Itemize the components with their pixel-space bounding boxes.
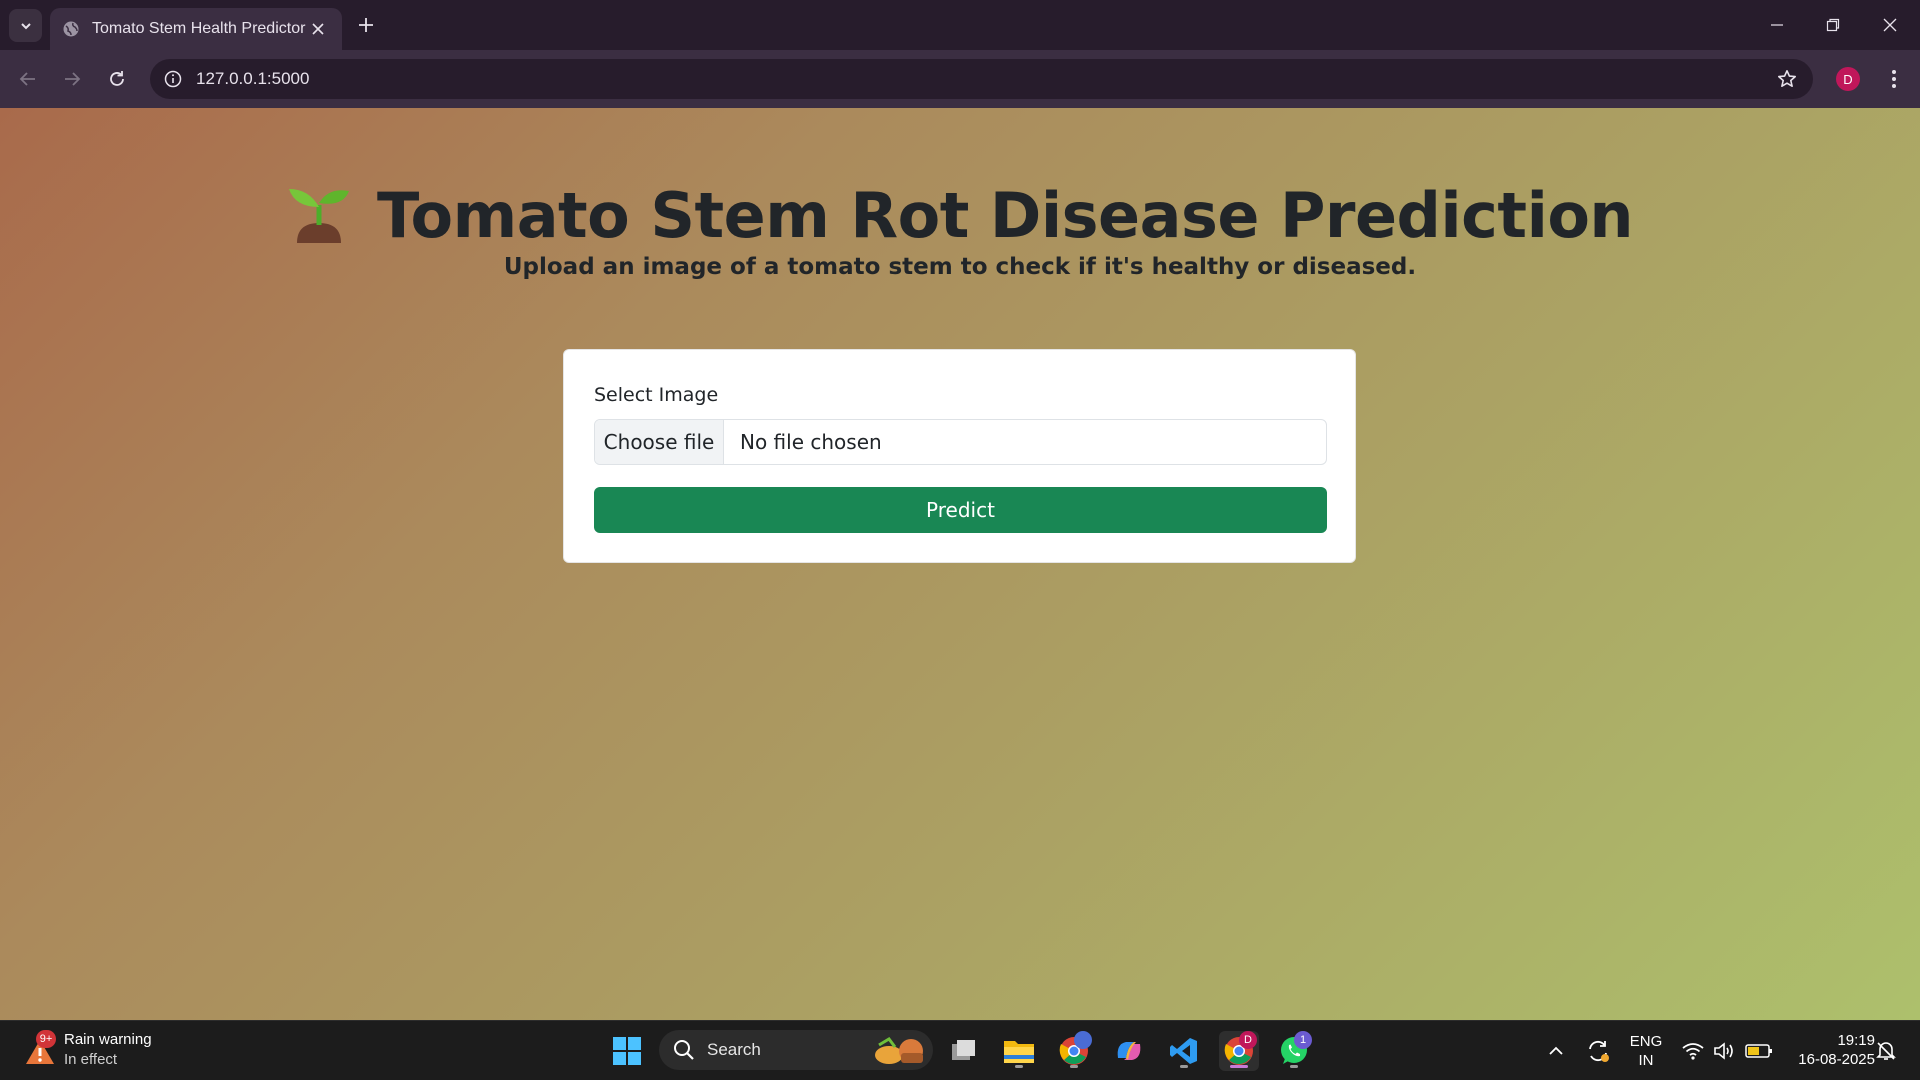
chrome-active-window-button[interactable]: D [1219, 1031, 1259, 1071]
tab-search-button[interactable] [9, 9, 42, 42]
select-image-label: Select Image [594, 384, 719, 406]
active-indicator [1230, 1065, 1248, 1068]
arrow-left-icon [19, 72, 35, 86]
running-indicator [1180, 1065, 1188, 1068]
chevron-down-icon [20, 22, 31, 29]
sync-button[interactable] [1578, 1031, 1618, 1071]
running-indicator [1015, 1065, 1023, 1068]
search-highlight-icon [875, 1037, 923, 1064]
back-button[interactable] [13, 64, 43, 94]
whatsapp-button[interactable]: 1 [1274, 1031, 1314, 1071]
clock[interactable]: 19:19 16-08-2025 [1785, 1031, 1875, 1069]
task-view-button[interactable] [944, 1031, 984, 1071]
weather-subtitle: In effect [64, 1051, 118, 1068]
page-subtitle: Upload an image of a tomato stem to chec… [503, 254, 1417, 280]
vscode-button[interactable] [1164, 1031, 1204, 1071]
weather-widget[interactable]: 9+ Rain warning In effect [22, 1030, 152, 1070]
url-text[interactable]: 127.0.0.1:5000 [196, 69, 309, 89]
arrow-right-icon [65, 72, 81, 86]
search-label: Search [707, 1040, 761, 1059]
new-tab-button[interactable] [353, 12, 379, 38]
tray-overflow-button[interactable] [1538, 1031, 1574, 1071]
globe-icon [62, 20, 80, 38]
notification-bell-icon [1876, 1042, 1896, 1060]
file-input[interactable]: Choose file No file chosen [594, 419, 1327, 465]
wifi-icon [1682, 1043, 1704, 1060]
tab-title: Tomato Stem Health Predictor [92, 20, 306, 37]
chrome-taskbar-button[interactable] [1054, 1031, 1094, 1071]
windows-logo-icon [613, 1037, 641, 1065]
weather-badge: 9+ [36, 1030, 56, 1048]
clock-date: 16-08-2025 [1798, 1051, 1875, 1068]
vscode-icon [1170, 1038, 1197, 1064]
seedling-icon [287, 182, 353, 248]
close-tab-icon[interactable] [306, 17, 330, 41]
page-title: Tomato Stem Rot Disease Prediction [376, 178, 1634, 252]
browser-tab-strip: Tomato Stem Health Predictor [0, 0, 1920, 50]
file-explorer-button[interactable] [999, 1031, 1039, 1071]
notifications-button[interactable] [1870, 1031, 1902, 1071]
whatsapp-badge: 1 [1294, 1031, 1312, 1049]
address-bar[interactable]: 127.0.0.1:5000 [150, 59, 1813, 99]
browser-toolbar: 127.0.0.1:5000 D [0, 50, 1920, 108]
minimize-button[interactable] [1757, 8, 1797, 42]
rain-warning-icon: 9+ [22, 1030, 58, 1068]
browser-menu-button[interactable] [1880, 64, 1908, 94]
search-icon [674, 1040, 694, 1060]
restore-button[interactable] [1813, 8, 1853, 42]
volume-icon [1714, 1042, 1733, 1060]
task-view-icon [952, 1040, 975, 1060]
clock-time: 19:19 [1837, 1032, 1875, 1049]
profile-avatar[interactable]: D [1836, 67, 1860, 91]
battery-icon [1745, 1044, 1772, 1058]
windows-taskbar: 9+ Rain warning In effect Search D 1 ENG… [0, 1020, 1920, 1080]
choose-file-button[interactable]: Choose file [595, 420, 724, 464]
more-vertical-icon [1892, 70, 1896, 88]
page-viewport: Tomato Stem Rot Disease Prediction Uploa… [0, 108, 1920, 1020]
site-info-icon[interactable] [162, 68, 184, 90]
restore-icon [1826, 18, 1840, 32]
page-header: Tomato Stem Rot Disease Prediction [0, 170, 1920, 260]
file-status-text: No file chosen [740, 430, 882, 454]
folder-icon [1004, 1041, 1034, 1063]
language-indicator[interactable]: ENG IN [1620, 1032, 1672, 1070]
quick-settings-button[interactable] [1672, 1031, 1782, 1071]
predict-button[interactable]: Predict [594, 487, 1327, 533]
close-window-button[interactable] [1870, 8, 1910, 42]
running-indicator [1290, 1065, 1298, 1068]
running-indicator [1070, 1065, 1078, 1068]
bookmark-star-icon[interactable] [1775, 67, 1799, 91]
copilot-button[interactable] [1109, 1031, 1149, 1071]
copilot-icon [1117, 1042, 1141, 1060]
region-code: IN [1638, 1052, 1654, 1069]
reload-icon [110, 71, 124, 86]
profile-badge-icon [1074, 1031, 1092, 1049]
minimize-icon [1771, 24, 1783, 26]
close-icon [1883, 18, 1897, 32]
browser-tab-active[interactable]: Tomato Stem Health Predictor [50, 8, 342, 50]
chevron-up-icon [1549, 1046, 1563, 1055]
upload-form-card: Select Image Choose file No file chosen … [563, 349, 1356, 563]
weather-title: Rain warning [64, 1031, 152, 1048]
plus-icon [359, 18, 373, 32]
chrome-profile-badge: D [1239, 1031, 1257, 1049]
language-code: ENG [1629, 1033, 1663, 1050]
forward-button[interactable] [57, 64, 87, 94]
sync-icon [1589, 1040, 1609, 1062]
reload-button[interactable] [102, 64, 132, 94]
start-button[interactable] [607, 1031, 647, 1071]
taskbar-search[interactable]: Search [659, 1030, 933, 1070]
